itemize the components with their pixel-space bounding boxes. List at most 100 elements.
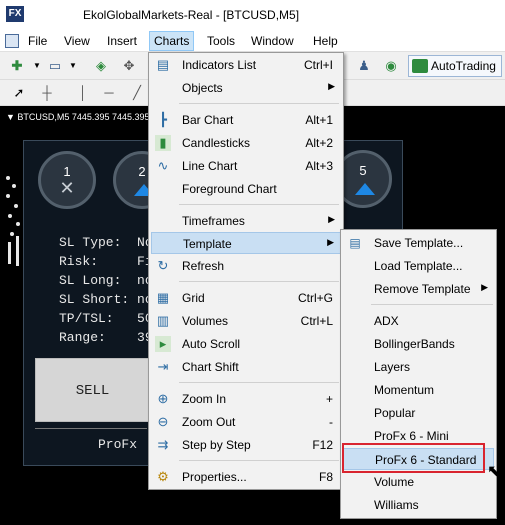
autotrading-icon	[412, 59, 428, 73]
menu-label: Step by Step	[182, 438, 251, 452]
system-menu-icon[interactable]	[5, 34, 19, 48]
menu-shortcut: Alt+1	[305, 113, 333, 127]
menu-indicators-list[interactable]: ▤ Indicators List Ctrl+I	[151, 54, 341, 76]
menu-label: Template	[183, 237, 232, 251]
menu-tools[interactable]: Tools	[203, 33, 239, 50]
menu-save-template[interactable]: ▤ Save Template...	[343, 232, 494, 254]
mouse-pointer-icon: ⬉	[487, 463, 501, 480]
menu-label: Layers	[374, 360, 411, 374]
menu-volumes[interactable]: ▥ Volumes Ctrl+L	[151, 310, 341, 332]
menu-step-by-step[interactable]: ⇉ Step by Step F12	[151, 434, 341, 456]
template-adx[interactable]: ADX	[343, 310, 494, 332]
crosshair-tool-icon[interactable]: ┼	[38, 84, 56, 102]
horizontal-line-icon[interactable]: ─	[100, 84, 118, 102]
menu-foreground-chart[interactable]: Foreground Chart	[151, 178, 341, 200]
menu-file[interactable]: File	[24, 33, 51, 50]
title-bar: FX EkolGlobalMarkets-Real - [BTCUSD,M5]	[0, 0, 505, 30]
menu-refresh[interactable]: ↻ Refresh	[151, 255, 341, 277]
template-williams[interactable]: Williams	[343, 494, 494, 516]
template-layers[interactable]: Layers	[343, 356, 494, 378]
menu-template[interactable]: Template ▶	[151, 232, 341, 254]
zoom-out-icon: ⊖	[157, 414, 169, 429]
charts-menu: ▤ Indicators List Ctrl+I Objects ▶ ┣ Bar…	[148, 52, 344, 490]
trendline-icon[interactable]: ╱	[128, 84, 146, 102]
submenu-arrow-icon: ▶	[327, 237, 334, 247]
menu-separator	[179, 460, 339, 461]
menu-label: Zoom Out	[182, 415, 236, 429]
signal-icon[interactable]: ◉	[382, 57, 400, 75]
menu-label: Properties...	[182, 470, 247, 484]
indicators-list-icon: ▤	[156, 57, 170, 72]
window-title: EkolGlobalMarkets-Real - [BTCUSD,M5]	[83, 8, 300, 22]
menu-line-chart[interactable]: ∿ Line Chart Alt+3	[151, 155, 341, 177]
menu-insert[interactable]: Insert	[103, 33, 141, 50]
menu-label: Foreground Chart	[182, 182, 277, 196]
menu-view[interactable]: View	[60, 33, 94, 50]
menu-properties[interactable]: ⚙ Properties... F8	[151, 466, 341, 488]
menu-separator	[179, 281, 339, 282]
menu-label: Chart Shift	[182, 360, 239, 374]
chevron-down-icon[interactable]: ▼	[28, 57, 46, 75]
button-number: 1	[63, 164, 71, 179]
menu-label: Volume	[374, 475, 415, 489]
button-number: 5	[359, 163, 367, 178]
template-popular[interactable]: Popular	[343, 402, 494, 424]
menu-separator	[179, 103, 339, 104]
cursor-icon[interactable]: ➚	[10, 84, 28, 102]
risk-level-button-1[interactable]: 1 ✕	[38, 151, 96, 209]
grid-icon: ▦	[156, 290, 170, 305]
menu-chart-shift[interactable]: ⇥ Chart Shift	[151, 356, 341, 378]
template-bollingerbands[interactable]: BollingerBands	[343, 333, 494, 355]
menu-shortcut: Alt+3	[305, 159, 333, 173]
menu-bar-chart[interactable]: ┣ Bar Chart Alt+1	[151, 109, 341, 131]
menu-zoom-in[interactable]: ⊕ Zoom In +	[151, 388, 341, 410]
menu-charts[interactable]: Charts	[149, 31, 195, 51]
sell-button[interactable]: SELL	[35, 358, 150, 422]
selection-highlight-box	[342, 443, 485, 473]
menu-bar: File View Insert Charts Tools Window Hel…	[0, 30, 505, 52]
menu-window[interactable]: Window	[247, 33, 298, 50]
menu-timeframes[interactable]: Timeframes ▶	[151, 210, 341, 232]
triangle-up-icon	[355, 183, 375, 195]
menu-label: Refresh	[182, 259, 225, 273]
menu-help[interactable]: Help	[309, 33, 342, 50]
account-icon[interactable]: ♟	[355, 57, 373, 75]
vertical-line-icon[interactable]: │	[74, 84, 92, 102]
menu-load-template[interactable]: Load Template...	[343, 255, 494, 277]
submenu-arrow-icon: ▶	[328, 214, 335, 224]
menu-candlesticks[interactable]: ▮ Candlesticks Alt+2	[151, 132, 341, 154]
close-x-icon: ✕	[59, 178, 75, 198]
menu-objects[interactable]: Objects ▶	[151, 77, 341, 99]
autotrading-button[interactable]: AutoTrading	[408, 55, 502, 77]
price-bars	[0, 176, 22, 286]
template-momentum[interactable]: Momentum	[343, 379, 494, 401]
menu-label: Zoom In	[182, 392, 227, 406]
menu-label: Indicators List	[182, 58, 257, 72]
menu-label: Load Template...	[374, 259, 463, 273]
brand-label: ProFx	[98, 437, 138, 452]
menu-grid[interactable]: ▦ Grid Ctrl+G	[151, 287, 341, 309]
new-order-icon[interactable]: ✚	[8, 57, 26, 75]
chart-shift-icon: ⇥	[157, 359, 169, 374]
menu-zoom-out[interactable]: ⊖ Zoom Out -	[151, 411, 341, 433]
profiles-icon[interactable]: ▭	[46, 57, 64, 75]
menu-auto-scroll[interactable]: ▸ Auto Scroll	[151, 333, 341, 355]
market-watch-icon[interactable]: ◈	[92, 57, 110, 75]
menu-label: Popular	[374, 406, 416, 420]
volumes-icon: ▥	[156, 313, 170, 328]
menu-label: Line Chart	[182, 159, 238, 173]
menu-label: Save Template...	[374, 236, 464, 250]
menu-remove-template[interactable]: Remove Template ▶	[343, 278, 494, 300]
autotrading-label: AutoTrading	[431, 59, 496, 73]
menu-label: Bar Chart	[182, 113, 234, 127]
menu-label: ProFx 6 - Mini	[374, 429, 449, 443]
menu-label: Auto Scroll	[182, 337, 241, 351]
menu-label: Candlesticks	[182, 136, 251, 150]
chevron-down-icon[interactable]: ▼	[64, 57, 82, 75]
template-volume[interactable]: Volume	[343, 471, 494, 493]
refresh-icon: ↻	[157, 258, 169, 273]
menu-shortcut: Ctrl+L	[300, 314, 333, 328]
crosshair-icon[interactable]: ✥	[120, 57, 138, 75]
menu-shortcut: F8	[318, 470, 333, 484]
menu-shortcut: Ctrl+G	[297, 291, 333, 305]
